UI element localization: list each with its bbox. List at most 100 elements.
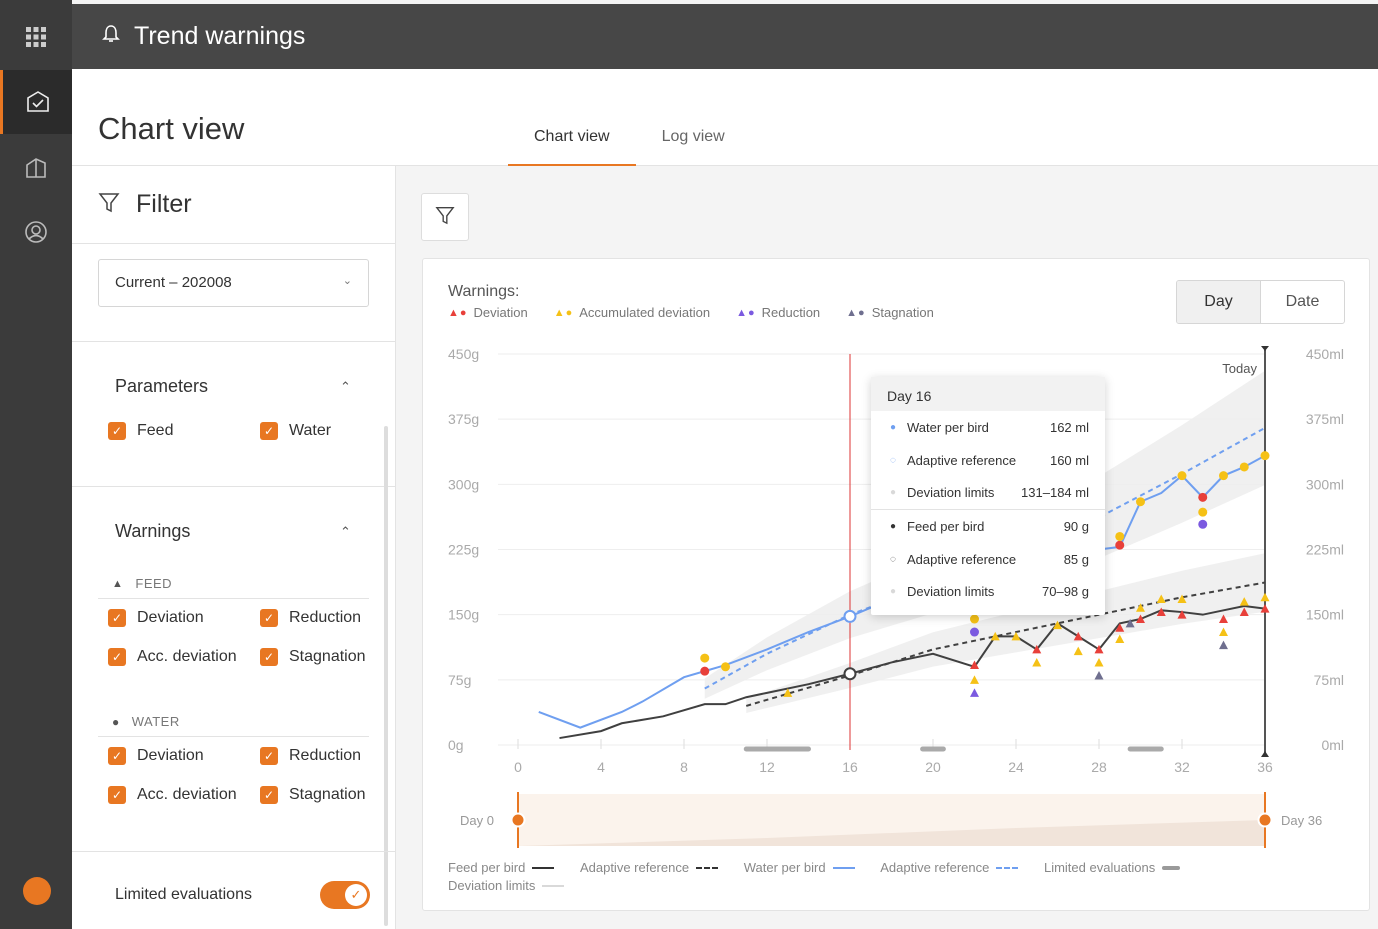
y-right-tick-label: 300ml (1306, 476, 1344, 492)
warning-dot (1177, 471, 1187, 481)
line-swatch (1162, 866, 1181, 870)
today-marker-top (1261, 346, 1269, 351)
filter-toggle-button[interactable] (421, 193, 469, 241)
line-swatch (532, 867, 555, 869)
circle-icon: ● (112, 714, 120, 729)
parameters-title: Parameters (115, 376, 209, 396)
warnings-title: Warnings (115, 521, 191, 541)
tooltip-row: ● Feed per bird 90 g (871, 510, 1105, 543)
warning-dot (700, 666, 710, 676)
y-right-tick-label: 225ml (1306, 542, 1344, 558)
param-feed-label: Feed (137, 422, 174, 439)
dot-icon: ● (889, 421, 897, 433)
divider (72, 851, 395, 852)
range-end-handle[interactable] (1257, 812, 1273, 828)
chart-card: Warnings: ▲● Deviation ▲● Accumulated devi… (422, 258, 1370, 911)
warning-dot (1115, 531, 1125, 541)
line-swatch (696, 867, 719, 869)
range-start-handle[interactable] (510, 812, 526, 828)
warning-triangle (1219, 640, 1228, 650)
feed-stagnation-label: Stagnation (289, 648, 366, 665)
user-nav-icon[interactable] (0, 200, 72, 264)
tooltip-row-label: Adaptive reference (907, 551, 1017, 567)
tab-log-view[interactable]: Log view (636, 114, 751, 166)
feed-deviation-checkbox[interactable]: ✓ Deviation (108, 609, 204, 627)
today-marker-bottom (1261, 751, 1269, 757)
warning-dot (700, 653, 710, 663)
water-acc-deviation-checkbox[interactable]: ✓ Acc. deviation (108, 786, 237, 804)
y-left-tick-label: 0g (448, 737, 464, 753)
apps-grid-icon[interactable] (0, 4, 72, 69)
legend-label: Feed per bird (448, 860, 526, 875)
x-tick-label: 0 (514, 759, 522, 775)
tooltip-row-label: Adaptive reference (907, 452, 1017, 468)
y-left-tick-label: 450g (448, 346, 479, 362)
water-deviation-checkbox[interactable]: ✓ Deviation (108, 747, 204, 765)
legend-feed-per-bird: Feed per bird (448, 859, 555, 877)
funnel-icon (435, 205, 455, 230)
y-left-tick-label: 375g (448, 411, 479, 427)
y-right-tick-label: 375ml (1306, 411, 1344, 427)
series-legend: Feed per bird Adaptive reference Water p… (448, 859, 1348, 895)
legend-water-adaptive-reference: Adaptive reference (880, 859, 1019, 877)
water-cursor-marker (843, 609, 857, 623)
feed-acc-deviation-label: Acc. deviation (137, 648, 237, 665)
limited-evaluations-toggle[interactable]: ✓ (320, 881, 370, 909)
warning-dot (1239, 462, 1249, 472)
x-tick-label: 4 (597, 759, 605, 775)
dot-icon: ● (889, 520, 897, 532)
funnel-icon (98, 191, 120, 218)
feed-acc-deviation-checkbox[interactable]: ✓ Acc. deviation (108, 648, 237, 666)
chart-tooltip: Day 16 ● Water per bird 162 ml ◌ Adaptive r… (871, 377, 1105, 615)
y-left-tick-label: 150g (448, 607, 479, 623)
tooltip-row-value: 85 g (1063, 551, 1089, 567)
filter-sidebar: Filter Current – 202008 ⌄ Parameters ⌃ ✓… (72, 166, 396, 929)
y-left-tick-label: 225g (448, 542, 479, 558)
check-icon: ✓ (260, 747, 278, 765)
warning-triangle (1219, 627, 1228, 637)
feed-stagnation-checkbox[interactable]: ✓ Stagnation (260, 648, 366, 666)
warning-triangle (1094, 657, 1104, 667)
tooltip-row-value: 162 ml (1049, 419, 1089, 435)
tooltip-row: ● Water per bird 162 ml (871, 411, 1105, 444)
check-icon: ✓ (260, 609, 278, 627)
chevron-up-icon[interactable]: ⌃ (340, 379, 351, 395)
trend-warnings-nav-icon[interactable] (0, 70, 72, 134)
x-tick-label: 36 (1257, 759, 1273, 775)
water-stagnation-label: Stagnation (289, 786, 366, 803)
tab-chart-view[interactable]: Chart view (508, 114, 636, 166)
tooltip-row: ● Deviation limits 131–184 ml (871, 476, 1105, 509)
warning-dot (721, 662, 730, 672)
tooltip-title: Day 16 (871, 377, 1105, 411)
param-feed-checkbox[interactable]: ✓ Feed (108, 422, 173, 440)
warning-triangle (1032, 657, 1042, 667)
line-swatch (832, 867, 855, 869)
x-tick-label: 16 (842, 759, 858, 775)
param-water-checkbox[interactable]: ✓ Water (260, 422, 331, 440)
param-water-label: Water (289, 422, 332, 439)
legend-label: Limited evaluations (1043, 860, 1156, 875)
divider (98, 736, 369, 737)
tooltip-row-value: 70–98 g (1042, 584, 1089, 600)
feed-reduction-checkbox[interactable]: ✓ Reduction (260, 609, 361, 627)
warning-dot (1115, 540, 1125, 550)
line-swatch (542, 885, 565, 887)
filter-header: Filter (72, 166, 395, 244)
dot-icon: ● (889, 586, 897, 598)
chevron-up-icon[interactable]: ⌃ (340, 524, 351, 540)
avatar[interactable] (23, 877, 51, 905)
check-icon: ✓ (345, 884, 367, 906)
nav-rail (0, 0, 72, 929)
water-reduction-checkbox[interactable]: ✓ Reduction (260, 747, 361, 765)
y-right-tick-label: 0ml (1321, 737, 1344, 753)
house-nav-icon[interactable] (0, 136, 72, 200)
check-icon: ✓ (260, 786, 278, 804)
divider (98, 598, 369, 599)
feed-cursor-marker (843, 667, 857, 681)
x-tick-label: 24 (1008, 759, 1024, 775)
water-stagnation-checkbox[interactable]: ✓ Stagnation (260, 786, 366, 804)
tooltip-row: ◌ Adaptive reference 85 g (871, 543, 1105, 576)
x-tick-label: 8 (680, 759, 688, 775)
warning-dot (1136, 497, 1145, 507)
flock-select[interactable]: Current – 202008 ⌄ (98, 259, 369, 307)
